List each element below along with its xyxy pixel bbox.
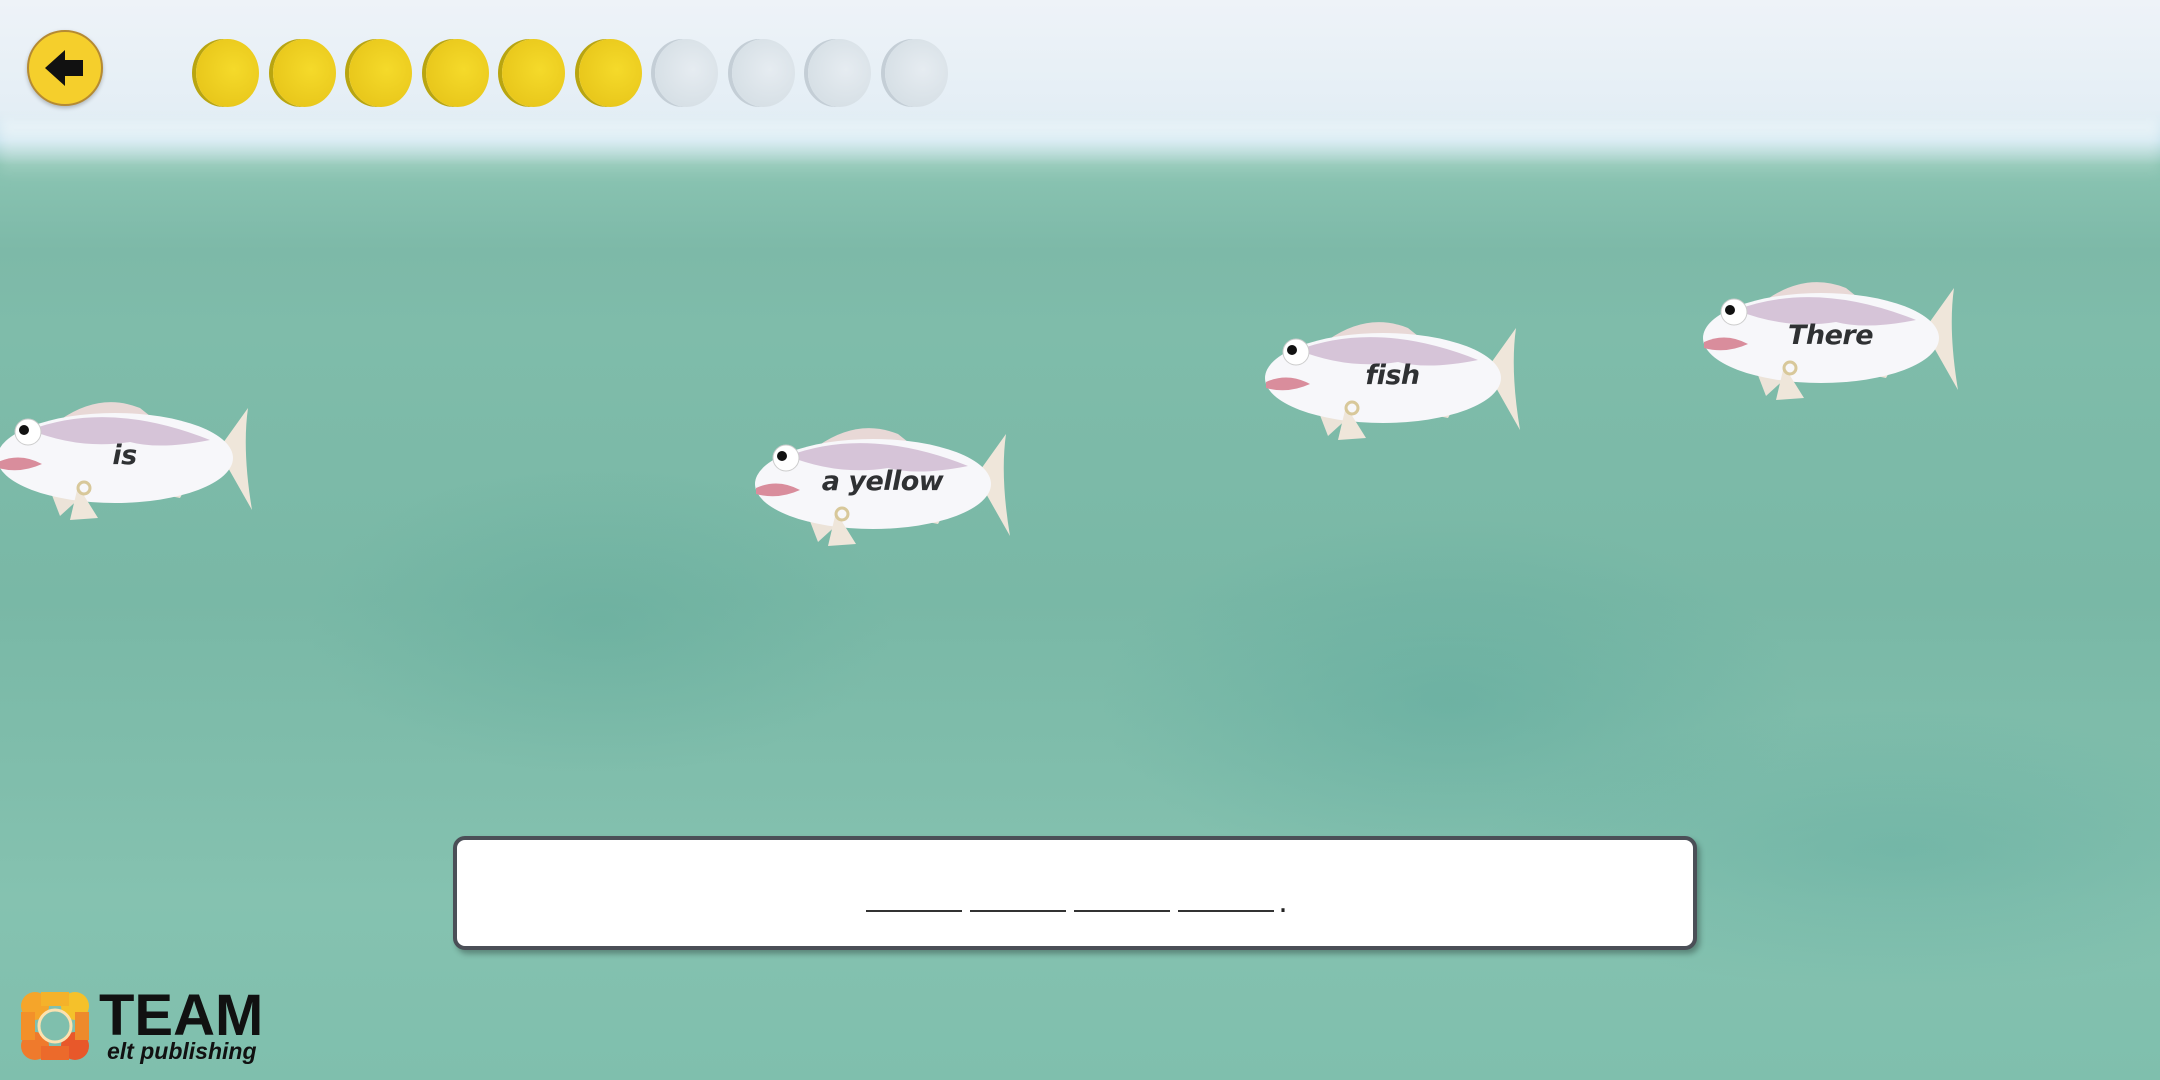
fish-word-there[interactable]: There <box>1696 270 1965 404</box>
blank-slot[interactable] <box>970 884 1067 912</box>
fish-word-a-yellow[interactable]: a yellow <box>748 416 1017 550</box>
coin-earned <box>425 39 489 107</box>
sentence-period: . <box>1278 885 1288 920</box>
fish-word: fish <box>1365 360 1420 391</box>
fish-word-is[interactable]: is <box>0 390 259 524</box>
fish-word: is <box>112 440 137 471</box>
answer-blanks: . <box>457 884 1693 920</box>
fish-word: a yellow <box>821 466 944 497</box>
coin-empty <box>655 39 718 107</box>
coin-earned <box>196 39 259 107</box>
fish-word-fish[interactable]: fish <box>1258 310 1527 444</box>
answer-box: . <box>453 836 1697 950</box>
fish-word: There <box>1787 320 1874 351</box>
coin-empty <box>808 39 871 107</box>
logo-subtitle: elt publishing <box>107 1038 257 1064</box>
coin-earned <box>272 39 336 107</box>
coin-earned <box>502 39 565 107</box>
logo-mark-icon <box>21 992 89 1060</box>
back-button[interactable] <box>27 30 103 106</box>
blank-slot[interactable] <box>866 884 963 912</box>
coin-empty <box>731 39 795 107</box>
coin-earned <box>578 39 642 107</box>
blank-slot[interactable] <box>1074 884 1171 912</box>
coin-earned <box>349 39 412 107</box>
arrow-left-icon <box>45 50 83 86</box>
team-logo: TEAM elt publishing <box>19 983 263 1064</box>
blank-slot[interactable] <box>1178 884 1275 912</box>
sky <box>0 120 2160 180</box>
coin-empty <box>884 39 948 107</box>
